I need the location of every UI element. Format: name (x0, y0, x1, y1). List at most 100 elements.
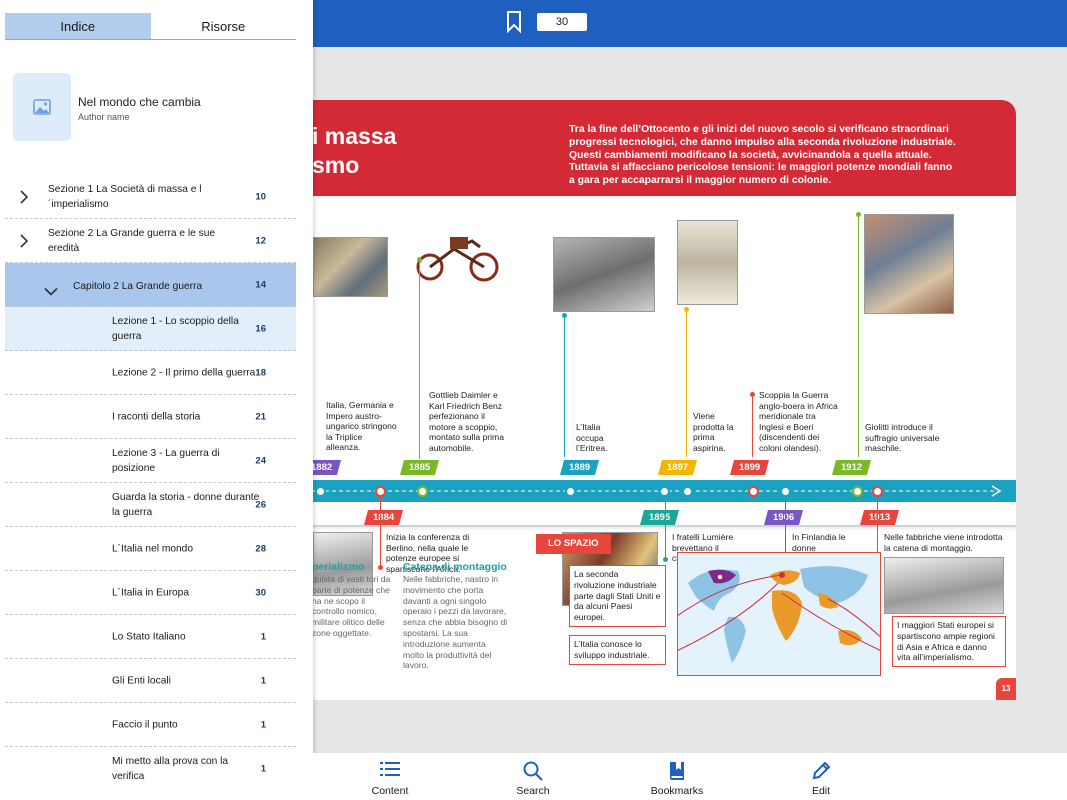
toc-label: Capitolo 2 La Grande guerra (73, 281, 203, 292)
map-label-usa: La seconda rivoluzione industriale parte… (569, 565, 666, 627)
list-icon (380, 762, 400, 776)
toc-page: 26 (255, 499, 266, 510)
toc-label: L´Italia in Europa (112, 587, 190, 598)
photo-catena (884, 557, 1004, 614)
photo-aspirina (677, 220, 738, 305)
year-1889: 1889 (559, 460, 600, 475)
nav-edit-button[interactable]: Edit (771, 753, 871, 800)
toc-label: Lo Stato Italiano (112, 631, 186, 642)
toc-page: 10 (255, 191, 266, 202)
toc-section-2[interactable]: Sezione 2 La Grande guerra e le sue ered… (5, 219, 296, 263)
toc-verifica[interactable]: Mi metto alla prova con la verifica 1 (5, 747, 296, 791)
nav-label: Bookmarks (650, 785, 704, 797)
year-1884: 1884 (363, 510, 404, 525)
toc-page: 28 (255, 543, 266, 554)
year-1895: 1895 (639, 510, 680, 525)
page-title: i massa smo (312, 123, 397, 178)
event-1885: Gottlieb Daimler e Karl Friedrich Benz p… (429, 390, 504, 453)
timeline: Italia, Germania e Impero austro-ungaric… (296, 197, 1016, 616)
toc-page: 16 (255, 323, 266, 334)
toc-italia-europa[interactable]: L´Italia in Europa 30 (5, 571, 296, 615)
nav-label: Edit (811, 785, 831, 797)
map-label-italia: L’Italia conosce lo sviluppo industriale… (569, 635, 666, 665)
toc-label: Lezione 3 - La guerra di posizione (112, 447, 220, 474)
catena-heading: Catena di montaggio (403, 561, 507, 573)
toc-lesson-1[interactable]: Lezione 1 - Lo scoppio della guerra 16 (5, 307, 296, 351)
toc-page: 24 (255, 455, 266, 466)
event-1913: Nelle fabbriche viene introdotta la cate… (884, 532, 1003, 553)
page-header: i massa smo Tra la fine dell’Ottocento e… (296, 100, 1016, 196)
tab-indice[interactable]: Indice (5, 13, 151, 39)
photo-triplice (313, 237, 388, 297)
bookmarks-book-icon (670, 762, 684, 780)
toc-label: Guarda la storia - donne durante la guer… (112, 491, 260, 518)
imperialismo-heading: perialismo (312, 561, 365, 573)
toc-racconti[interactable]: I raconti della storia 21 (5, 395, 296, 439)
toc-page: 12 (255, 235, 266, 246)
toc-lesson-2[interactable]: Lezione 2 - Il primo della guerra 18 (5, 351, 296, 395)
toc-label: Mi metto alla prova con la verifica (112, 756, 229, 782)
toc-label: Lezione 2 - Il primo della guerra (112, 367, 256, 378)
book-page: i massa smo Tra la fine dell’Ottocento e… (296, 100, 1016, 700)
toc-label: Sezione 1 La Società di massa e l´imperi… (48, 183, 202, 210)
book-title: Nel mondo che cambia (78, 95, 201, 109)
timeline-band (296, 480, 1016, 502)
nav-search-button[interactable]: Search (483, 753, 583, 800)
toc-faccio-punto[interactable]: Faccio il punto 1 (5, 703, 296, 747)
toc-italia-mondo[interactable]: L´Italia nel mondo 28 (5, 527, 296, 571)
page-number-badge: 13 (996, 678, 1016, 700)
event-1899: Scoppia la Guerra anglo-boera in Africa … (759, 390, 838, 453)
image-placeholder-icon (33, 99, 51, 115)
toc-page: 1 (260, 763, 266, 775)
map-label-imperialismo: I maggiori Stati europei si spartiscono … (892, 616, 1006, 668)
table-of-contents: Sezione 1 La Società di massa e l´imperi… (5, 175, 296, 791)
bookmark-icon[interactable] (506, 11, 522, 33)
nav-content-button[interactable]: Content (340, 753, 440, 800)
toc-label: L´Italia nel mondo (112, 543, 193, 554)
toc-enti-locali[interactable]: Gli Enti locali 1 (5, 659, 296, 703)
photo-eritrea (553, 237, 655, 312)
toc-label: Faccio il punto (112, 719, 178, 730)
nav-label: Search (516, 785, 550, 797)
photo-automobile (416, 237, 499, 282)
toc-chapter-2[interactable]: Capitolo 2 La Grande guerra 14 (5, 263, 296, 307)
nav-bookmarks-button[interactable]: Bookmarks (627, 753, 727, 800)
space-tag: LO SPAZIO (536, 534, 611, 554)
sidebar-tabs: Indice Risorse (5, 13, 296, 40)
tab-risorse[interactable]: Risorse (151, 13, 297, 39)
world-map (677, 552, 881, 676)
year-1906: 1906 (763, 510, 804, 525)
year-1897: 1897 (657, 460, 698, 475)
imperialismo-text: quista di vasti tori da parte di potenze… (312, 574, 391, 638)
page-intro: Tra la fine dell’Ottocento e gli inizi d… (569, 124, 956, 187)
event-1897: Viene prodotta la prima aspirina. (693, 411, 734, 453)
toc-page: 1 (260, 719, 266, 730)
search-icon (523, 761, 543, 781)
nav-label: Content (371, 785, 409, 797)
toc-section-1[interactable]: Sezione 1 La Società di massa e l´imperi… (5, 175, 296, 219)
toc-label: Lezione 1 - Lo scoppio della guerra (112, 315, 239, 342)
sidebar: Indice Risorse Nel mondo che cambia Auth… (0, 0, 313, 800)
toc-page: 14 (255, 279, 266, 290)
event-1912: Giolitti introduce il suffragio universa… (865, 422, 940, 453)
toc-stato-italiano[interactable]: Lo Stato Italiano 1 (5, 615, 296, 659)
toc-label: Sezione 2 La Grande guerra e le sue ered… (48, 227, 216, 254)
book-cover (13, 73, 71, 141)
bottom-navigation: Content Search Bookmarks Edit (313, 753, 1067, 800)
year-1885: 1885 (399, 460, 440, 475)
toc-label: I raconti della storia (112, 411, 201, 422)
toc-page: 30 (255, 587, 266, 598)
catena-text: Nelle fabbriche, nastro in movimento che… (403, 574, 508, 671)
toc-page: 1 (260, 675, 266, 686)
toc-page: 1 (260, 631, 266, 642)
page-number-input[interactable]: 30 (537, 13, 587, 31)
toc-guarda-storia[interactable]: Guarda la storia - donne durante la guer… (5, 483, 296, 527)
event-1882: Italia, Germania e Impero austro-ungaric… (326, 400, 397, 452)
chevron-down-icon (44, 287, 58, 296)
year-1913: 1913 (859, 510, 900, 525)
year-1912: 1912 (831, 460, 872, 475)
year-1899: 1899 (729, 460, 770, 475)
photo-suffragio (864, 214, 954, 314)
toc-lesson-3[interactable]: Lezione 3 - La guerra di posizione 24 (5, 439, 296, 483)
chevron-right-icon (20, 233, 29, 248)
